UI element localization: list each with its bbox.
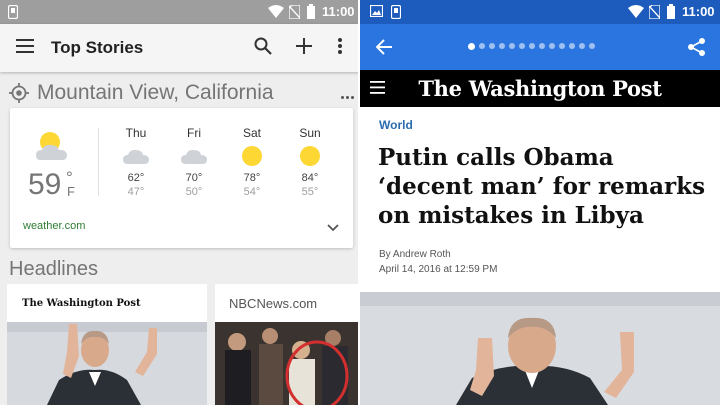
notification-image-icon (370, 5, 383, 17)
search-icon[interactable] (254, 37, 272, 55)
page-indicator (468, 43, 595, 51)
page-dot (589, 43, 595, 49)
forecast-day-name: Thu (125, 126, 147, 140)
forecast-day: Sun 84° 55° (285, 126, 335, 200)
page-dot (569, 43, 575, 49)
page-dot (579, 43, 585, 49)
forecast-high: 70° (185, 172, 203, 184)
masthead-logo: The Washington Post (418, 76, 662, 101)
forecast-day: Sat 78° 54° (227, 126, 277, 200)
more-vert-icon[interactable] (338, 38, 342, 54)
article-byline: By Andrew Roth (379, 249, 451, 260)
article-section[interactable]: World (379, 118, 413, 132)
wifi-icon (628, 5, 644, 18)
forecast-day-name: Sun (299, 126, 321, 140)
forecast-day-name: Fri (187, 126, 201, 140)
status-bar: 11:00 (0, 0, 360, 24)
story-image (215, 322, 360, 405)
wifi-icon (268, 5, 284, 18)
story-source: NBCNews.com (229, 296, 318, 311)
page-dot (509, 43, 515, 49)
sunny-icon (227, 142, 277, 170)
story-card[interactable]: NBCNews.com (215, 284, 360, 405)
forecast-low: 50° (185, 186, 203, 198)
page-dot (479, 43, 485, 49)
forecast-low: 55° (301, 186, 319, 198)
forecast-day: Fri 70° 50° (169, 126, 219, 200)
article-date: April 14, 2016 at 12:59 PM (379, 264, 498, 275)
section-heading: Headlines (9, 258, 98, 280)
article-image (360, 292, 720, 405)
status-time: 11:00 (322, 4, 355, 19)
weather-card[interactable]: 59 ° F Thu 62° 47° Fri 70° 50° Sat 78° 5… (10, 108, 353, 248)
left-screen: 11:00 Top Stories Mountain View, Califor… (0, 0, 360, 405)
forecast-day: Thu 62° 47° (111, 126, 161, 200)
article-headline: Putin calls Obama ‘decent man’ for remar… (378, 144, 706, 229)
forecast-day-name: Sat (242, 126, 261, 140)
right-screen: 11:00 The Washington Post World Putin ca… (360, 0, 720, 405)
gps-icon (9, 83, 29, 103)
forecast-high: 84° (301, 172, 319, 184)
status-bar: 11:00 (360, 0, 720, 24)
partly-cloudy-icon (30, 130, 74, 162)
page-dot (559, 43, 565, 49)
cloudy-icon (169, 142, 219, 170)
page-dot (519, 43, 525, 49)
masthead-bar: The Washington Post (360, 70, 720, 107)
story-card[interactable]: The Washington Post (7, 284, 207, 405)
no-sim-icon (649, 5, 660, 19)
battery-icon (307, 4, 315, 19)
story-source-logo: The Washington Post (22, 298, 141, 309)
no-sim-icon (289, 5, 300, 19)
page-dot (549, 43, 555, 49)
page-dot (499, 43, 505, 49)
page-dot (529, 43, 535, 49)
forecast-low: 54° (243, 186, 261, 198)
arrow-back-icon[interactable] (376, 39, 392, 55)
page-dot (468, 43, 475, 50)
hamburger-icon[interactable] (16, 39, 34, 53)
notification-phone-icon (8, 5, 18, 19)
forecast-high: 78° (243, 172, 261, 184)
plus-icon[interactable] (296, 38, 312, 54)
page-dot (489, 43, 495, 49)
share-icon[interactable] (688, 38, 705, 56)
divider (98, 128, 99, 196)
current-temperature: 59 (28, 168, 62, 201)
location-row: Mountain View, California (0, 78, 360, 108)
weather-source-link[interactable]: weather.com (23, 220, 85, 232)
forecast-low: 47° (127, 186, 145, 198)
cloudy-icon (111, 142, 161, 170)
page-title: Top Stories (51, 38, 144, 57)
notification-phone-icon (391, 5, 401, 19)
page-dot (539, 43, 545, 49)
forecast-high: 62° (127, 172, 145, 184)
battery-icon (667, 4, 675, 19)
more-horiz-icon[interactable] (341, 96, 354, 99)
sunny-icon (285, 142, 335, 170)
location-name: Mountain View, California (37, 81, 274, 104)
story-image (7, 322, 207, 405)
status-time: 11:00 (682, 4, 715, 19)
chevron-down-icon[interactable] (327, 224, 339, 232)
temperature-unit: F (67, 184, 75, 199)
app-bar: Top Stories (0, 24, 360, 72)
